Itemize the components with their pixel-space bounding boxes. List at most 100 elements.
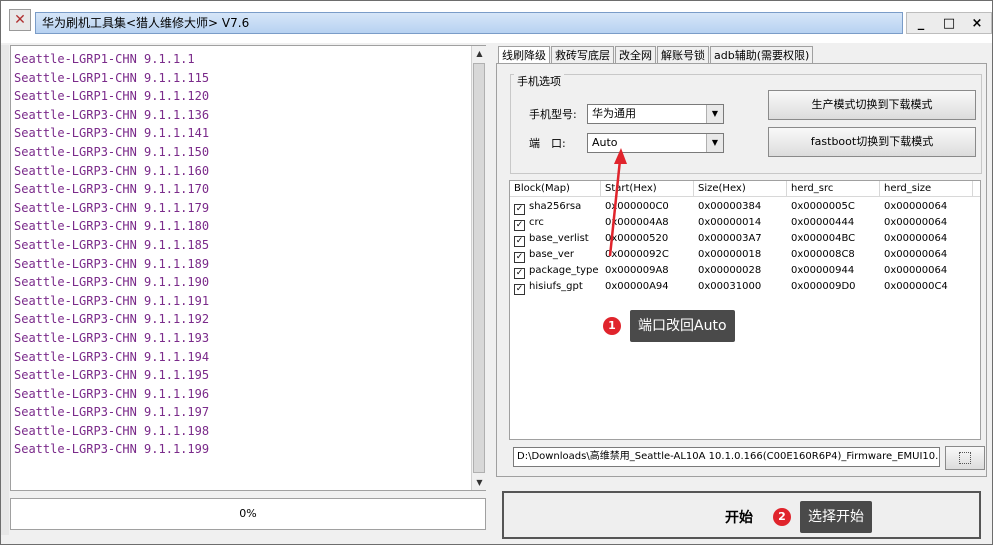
row-checkbox[interactable]: ✓ <box>514 284 525 295</box>
table-cell: 0x00000064 <box>884 233 948 244</box>
tab-1[interactable]: 救砖写底层 <box>551 46 614 64</box>
callout-1-number: 1 <box>603 317 621 335</box>
row-checkbox[interactable]: ✓ <box>514 268 525 279</box>
column-header[interactable]: herd_src <box>787 181 880 197</box>
block-name: base_verlist <box>529 233 589 244</box>
left-edge <box>1 45 9 535</box>
table-cell: 0x000004BC <box>791 233 856 244</box>
row-checkbox[interactable]: ✓ <box>514 252 525 263</box>
maximize-button[interactable]: □ <box>938 16 960 31</box>
callout-2-number: 2 <box>773 508 791 526</box>
chevron-down-icon[interactable]: ▼ <box>706 105 723 123</box>
row-checkbox[interactable]: ✓ <box>514 204 525 215</box>
column-header[interactable]: Size(Hex) <box>694 181 787 197</box>
phone-options-legend: 手机选项 <box>514 73 564 89</box>
hammer-icon[interactable]: ✕ <box>9 9 31 31</box>
log-line: Seattle-LGRP1-CHN 9.1.1.120 <box>14 89 210 104</box>
model-label: 手机型号: <box>529 108 577 121</box>
log-line: Seattle-LGRP3-CHN 9.1.1.193 <box>14 330 210 345</box>
switch-download-mode-button[interactable]: 生产模式切换到下载模式 <box>768 90 976 120</box>
tab-strip: 线刷降级 救砖写底层 改全网 解账号锁 adb辅助(需要权限) <box>498 46 814 65</box>
table-row[interactable]: ✓ base_ver 0x0000092C 0x00000018 0x000008C8 0… <box>510 247 980 263</box>
table-row[interactable]: ✓ package_type 0x000009A8 0x00000028 0x00000… <box>510 263 980 279</box>
table-row[interactable]: ✓ hisiufs_gpt 0x00000A94 0x00031000 0x000009… <box>510 279 980 295</box>
table-cell: 0x000009D0 <box>791 281 856 292</box>
block-name: sha256rsa <box>529 201 582 212</box>
start-button-label: 开始 <box>725 510 753 526</box>
row-checkbox[interactable]: ✓ <box>514 220 525 231</box>
scroll-down-icon[interactable]: ▼ <box>472 475 487 490</box>
table-cell: 0x000003A7 <box>698 233 762 244</box>
ellipsis-icon <box>959 452 971 464</box>
table-cell: 0x00000014 <box>698 217 762 228</box>
log-line: Seattle-LGRP3-CHN 9.1.1.190 <box>14 275 210 290</box>
close-button[interactable]: × <box>966 16 988 31</box>
tab-3[interactable]: 解账号锁 <box>657 46 709 64</box>
table-cell: 0x0000005C <box>791 201 855 212</box>
log-line: Seattle-LGRP3-CHN 9.1.1.179 <box>14 200 210 215</box>
table-cell: 0x00000944 <box>791 265 855 276</box>
log-line: Seattle-LGRP3-CHN 9.1.1.195 <box>14 368 210 383</box>
window-title: 华为刷机工具集<猎人维修大师> V7.6 <box>35 12 903 34</box>
minimize-button[interactable]: _ <box>910 16 932 31</box>
table-cell: 0x00000064 <box>884 217 948 228</box>
table-cell: 0x00000028 <box>698 265 762 276</box>
table-row[interactable]: ✓ base_verlist 0x00000520 0x000003A7 0x00000… <box>510 231 980 247</box>
table-cell: 0x00000064 <box>884 249 948 260</box>
row-checkbox[interactable]: ✓ <box>514 236 525 247</box>
table-cell: 0x000000C4 <box>884 281 948 292</box>
log-line: Seattle-LGRP3-CHN 9.1.1.136 <box>14 107 210 122</box>
log-line: Seattle-LGRP3-CHN 9.1.1.198 <box>14 423 210 438</box>
log-scrollbar[interactable]: ▲ ▼ <box>471 46 486 490</box>
progress-text: 0% <box>239 507 257 520</box>
tab-4[interactable]: adb辅助(需要权限) <box>710 46 814 64</box>
table-row[interactable]: ✓ crc 0x000004A8 0x00000014 0x00000444 0x0000… <box>510 215 980 231</box>
table-row[interactable]: ✓ sha256rsa 0x000000C0 0x00000384 0x0000005C… <box>510 199 980 215</box>
column-header[interactable]: herd_size <box>880 181 973 197</box>
column-header[interactable]: Block(Map) <box>510 181 601 197</box>
title-bar: ✕ 华为刷机工具集<猎人维修大师> V7.6 _ □ × <box>1 1 992 43</box>
table-cell: ✓ hisiufs_gpt <box>510 279 601 295</box>
table-header: Block(Map) Start(Hex) Size(Hex) herd_src her… <box>510 181 980 197</box>
annotation-arrow-icon <box>608 148 627 257</box>
partition-table[interactable]: Block(Map) Start(Hex) Size(Hex) herd_src her… <box>509 180 981 440</box>
table-cell: 0x00000064 <box>884 201 948 212</box>
table-cell: 0x00000A94 <box>605 281 669 292</box>
table-cell: ✓ crc <box>510 215 601 231</box>
firmware-version-list[interactable]: Seattle-LGRP1-CHN 9.1.1.1 Seattle-LGRP1-C… <box>10 45 486 491</box>
log-line: Seattle-LGRP3-CHN 9.1.1.170 <box>14 182 210 197</box>
browse-button[interactable] <box>945 446 985 470</box>
tab-2[interactable]: 改全网 <box>615 46 656 64</box>
scroll-up-icon[interactable]: ▲ <box>472 46 487 61</box>
log-line: Seattle-LGRP3-CHN 9.1.1.197 <box>14 405 210 420</box>
window-controls: _ □ × <box>906 12 992 34</box>
fastboot-download-mode-button[interactable]: fastboot切换到下载模式 <box>768 127 976 157</box>
version-log: Seattle-LGRP1-CHN 9.1.1.1 Seattle-LGRP1-C… <box>14 50 469 459</box>
table-cell: ✓ base_verlist <box>510 231 601 247</box>
table-cell: 0x00000444 <box>791 217 855 228</box>
log-line: Seattle-LGRP3-CHN 9.1.1.160 <box>14 163 210 178</box>
scroll-thumb[interactable] <box>473 63 485 473</box>
model-select[interactable]: 华为通用 ▼ <box>587 104 724 124</box>
table-cell: 0x00000384 <box>698 201 762 212</box>
log-line: Seattle-LGRP3-CHN 9.1.1.196 <box>14 386 210 401</box>
log-line: Seattle-LGRP3-CHN 9.1.1.185 <box>14 237 210 252</box>
block-name: hisiufs_gpt <box>529 281 583 292</box>
model-select-value: 华为通用 <box>592 107 636 120</box>
table-cell: 0x000008C8 <box>791 249 855 260</box>
port-label: 端 口: <box>529 137 566 150</box>
log-line: Seattle-LGRP3-CHN 9.1.1.194 <box>14 349 210 364</box>
table-cell: ✓ base_ver <box>510 247 601 263</box>
callout-1-text: 端口改回Auto <box>630 310 735 342</box>
table-cell: 0x00000018 <box>698 249 762 260</box>
chevron-down-icon[interactable]: ▼ <box>706 134 723 152</box>
main-window: ✕ 华为刷机工具集<猎人维修大师> V7.6 _ □ × Seattle-LGR… <box>0 0 993 545</box>
table-cell: ✓ package_type <box>510 263 601 279</box>
progress-bar: 0% <box>10 498 486 530</box>
table-cell: 0x00000064 <box>884 265 948 276</box>
log-line: Seattle-LGRP1-CHN 9.1.1.1 <box>14 52 195 66</box>
block-name: package_type <box>529 265 599 276</box>
firmware-path-input[interactable]: D:\Downloads\高维禁用_Seattle-AL10A 10.1.0.1… <box>513 447 940 467</box>
log-line: Seattle-LGRP1-CHN 9.1.1.115 <box>14 70 210 85</box>
block-name: crc <box>529 217 544 228</box>
